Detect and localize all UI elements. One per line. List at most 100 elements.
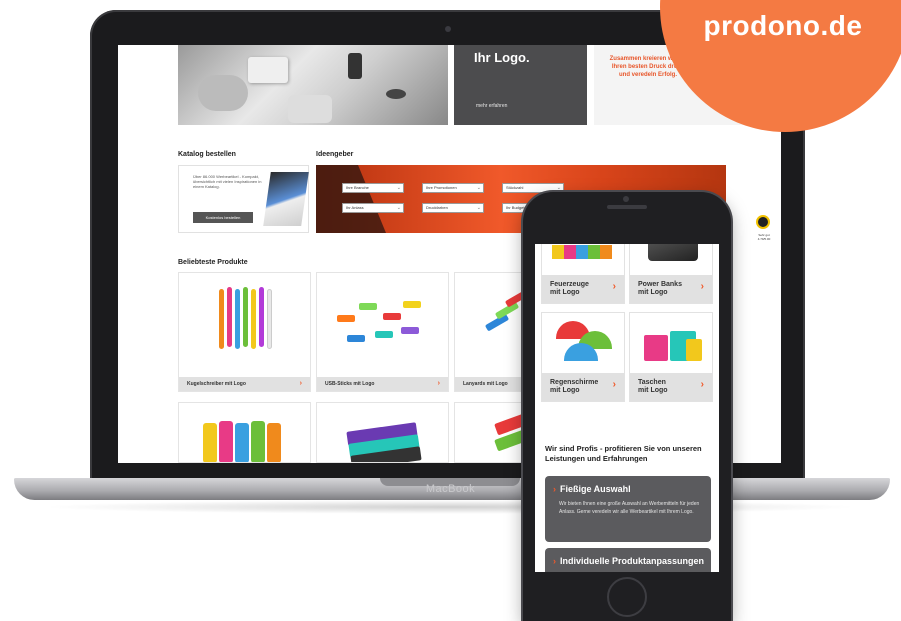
chevron-right-icon: › [700, 379, 704, 390]
filter-select-label: Stückzahl [506, 185, 524, 190]
product-card-powerbanks[interactable] [316, 402, 449, 463]
filter-select-promotion[interactable]: Ihre Promotionen ⌄ [422, 183, 484, 193]
filter-select-label: Ihre Promotionen [426, 185, 457, 190]
pen-white [267, 289, 272, 349]
desk-phone [348, 53, 362, 79]
lighter-orange [267, 423, 281, 462]
lighter-yellow [203, 423, 217, 462]
filter-select-label: Druckfarben [426, 205, 448, 210]
lighter-pink [219, 421, 233, 462]
mobile-card-feuerzeuge[interactable]: Feuerzeuge mit Logo › [541, 244, 625, 304]
trusted-seal-icon [756, 215, 770, 229]
hero-logo-title: Ihr Logo. [474, 50, 530, 65]
chevron-down-icon: ⌄ [396, 185, 401, 191]
product-label-bar: Kugelschreiber mit Logo › [179, 377, 310, 391]
filter-select-druckfarben[interactable]: Druckfarben ⌄ [422, 203, 484, 213]
laptop-brand-label: MacBook [425, 483, 476, 495]
ideen-title: Ideengeber [316, 151, 354, 158]
mobile-card-taschen[interactable]: Taschen mit Logo › [629, 312, 713, 402]
pen-green [243, 287, 248, 347]
desk-notebook [248, 57, 288, 83]
chevron-down-icon: ⌄ [476, 205, 481, 211]
laptop-shadow [40, 500, 860, 514]
usb-teal [375, 331, 393, 338]
catalog-order-button[interactable]: Kostenlos bestellen [193, 212, 253, 223]
mobile-info-box-title-text: Fießige Auswahl [560, 484, 631, 494]
chevron-right-icon: › [437, 380, 440, 387]
catalog-title: Katalog bestellen [178, 151, 236, 158]
products-title: Beliebteste Produkte [178, 259, 248, 266]
phone-home-button[interactable] [607, 577, 647, 617]
mobile-info-box-title: › Fießige Auswahl [553, 484, 631, 494]
chevron-down-icon: ⌄ [556, 185, 561, 191]
chevron-right-icon: › [700, 281, 704, 292]
usb-red [383, 313, 401, 320]
usb-orange [337, 315, 355, 322]
catalog-text: Über 86.000 Werbeartikel - Kompakt, über… [193, 174, 262, 189]
laptop-camera [445, 26, 451, 32]
mobile-card-label: Regenschirme mit Logo › [542, 373, 624, 401]
phone-camera [623, 196, 629, 202]
chevron-right-icon: › [553, 556, 556, 566]
bag-pink-image [644, 335, 668, 361]
hero-more-link[interactable]: mehr erfahren [476, 103, 507, 109]
chevron-right-icon: › [612, 379, 616, 390]
mobile-card-label: Power Banks mit Logo › [630, 275, 712, 303]
desk-hand [198, 75, 248, 111]
filter-select-branche[interactable]: Ihre Branche ⌄ [342, 183, 404, 193]
trusted-shops-badge[interactable]: Sehr gut 4.79/5.00 [752, 213, 776, 257]
desk-tablet [288, 95, 332, 123]
lighters-image [552, 245, 612, 259]
usb-green [359, 303, 377, 310]
product-card-pens[interactable]: Kugelschreiber mit Logo › [178, 272, 311, 392]
product-card-lighters[interactable] [178, 402, 311, 463]
hero-logo-panel[interactable]: Ihr Logo. mehr erfahren [454, 45, 587, 125]
pen-orange [219, 289, 224, 349]
usb-blue [347, 335, 365, 342]
filter-select-label: Ihr Budget [506, 205, 525, 210]
filter-select-label: Ihr Anlass [346, 205, 364, 210]
mobile-card-label: Feuerzeuge mit Logo › [542, 275, 624, 303]
mobile-info-box-title-text: Individuelle Produktanpassungen [560, 556, 705, 566]
desk-glasses [386, 89, 406, 99]
phone-screen: Feuerzeuge mit Logo › Power Banks mit Lo… [535, 244, 719, 572]
hero-desk-photo [178, 45, 448, 125]
usb-yellow [403, 301, 421, 308]
mobile-info-box-text: Wir bieten Ihnen eine große Auswahl an W… [559, 501, 700, 515]
powerbank-image [648, 244, 698, 261]
product-card-usb[interactable]: USB-Sticks mit Logo › [316, 272, 449, 392]
product-label: USB-Sticks mit Logo [325, 381, 375, 387]
product-label-bar: USB-Sticks mit Logo › [317, 377, 448, 391]
usb-purple [401, 327, 419, 334]
chevron-right-icon: › [553, 484, 556, 494]
lighter-blue [235, 423, 249, 462]
mobile-card-label: Taschen mit Logo › [630, 373, 712, 401]
chevron-down-icon: ⌄ [476, 185, 481, 191]
trusted-rating-text: Sehr gut 4.79/5.00 [757, 233, 771, 241]
bag-yellow-image [686, 339, 702, 361]
product-mockup-stage: Ihr Logo. mehr erfahren Zusammen kreiere… [0, 0, 901, 621]
pen-pink [227, 287, 232, 347]
brand-domain-text[interactable]: prodono.de [672, 10, 894, 42]
product-label: Lanyards mit Logo [463, 381, 508, 387]
pen-yellow [251, 289, 256, 349]
smartphone: Feuerzeuge mit Logo › Power Banks mit Lo… [523, 192, 731, 621]
filter-select-label: Ihre Branche [346, 185, 369, 190]
chevron-down-icon: ⌄ [396, 205, 401, 211]
mobile-card-powerbanks[interactable]: Power Banks mit Logo › [629, 244, 713, 304]
mobile-info-box-title: › Individuelle Produktanpassungen [553, 556, 704, 566]
lighter-green [251, 421, 265, 462]
chevron-right-icon: › [612, 281, 616, 292]
mobile-info-box-anpassungen[interactable]: › Individuelle Produktanpassungen [545, 548, 711, 572]
pen-purple [259, 287, 264, 347]
catalog-image [263, 172, 309, 226]
filter-select-anlass[interactable]: Ihr Anlass ⌄ [342, 203, 404, 213]
ideen-photo-shade [316, 165, 386, 233]
phone-speaker [607, 205, 647, 209]
mobile-profis-heading: Wir sind Profis - profitieren Sie von un… [545, 444, 702, 463]
mobile-info-box-auswahl[interactable]: › Fießige Auswahl Wir bieten Ihnen eine g… [545, 476, 711, 542]
pen-blue [235, 289, 240, 349]
mobile-card-regenschirme[interactable]: Regenschirme mit Logo › [541, 312, 625, 402]
chevron-right-icon: › [299, 380, 302, 387]
product-label: Kugelschreiber mit Logo [187, 381, 246, 387]
